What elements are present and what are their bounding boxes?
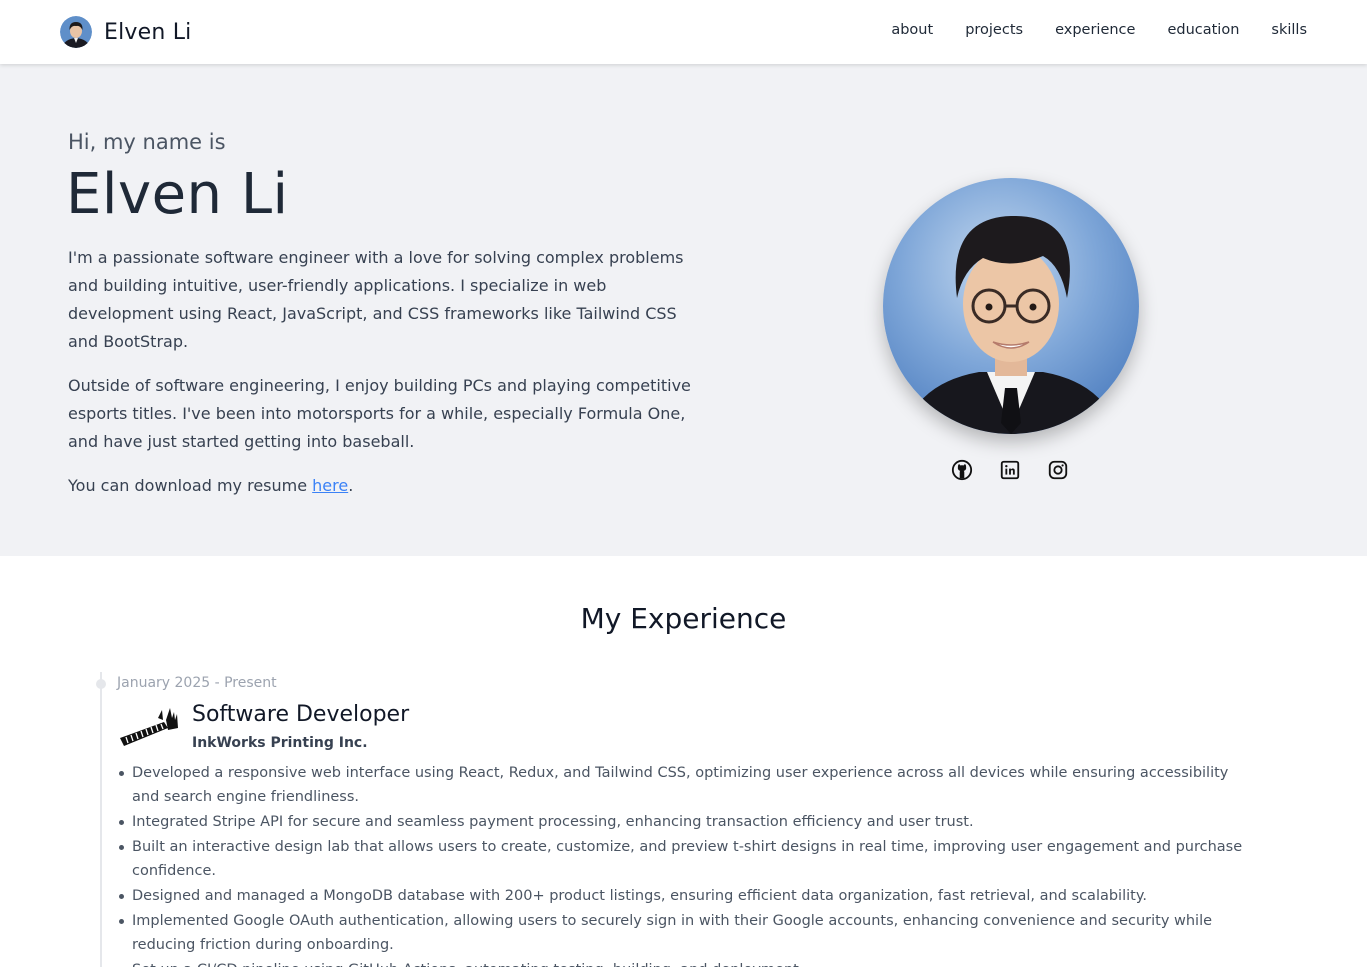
instagram-icon[interactable] <box>1046 458 1070 482</box>
list-item: Developed a responsive web interface usi… <box>119 761 1252 809</box>
experience-title: My Experience <box>580 602 787 635</box>
bio-paragraph-2: Outside of software engineering, I enjoy… <box>68 376 691 451</box>
github-icon[interactable] <box>950 458 974 482</box>
hero-name: Elven Li <box>66 162 289 227</box>
job-bullets: Developed a responsive web interface usi… <box>119 761 1252 967</box>
bio-paragraph-1: I'm a passionate software engineer with … <box>68 248 684 351</box>
list-item: Implemented Google OAuth authentication,… <box>119 909 1252 957</box>
job-date: January 2025 - Present <box>117 675 277 691</box>
about-section: Hi, my name is Elven Li I'm a passionate… <box>0 64 1367 556</box>
linkedin-icon[interactable] <box>998 458 1022 482</box>
top-navbar: Elven Li about projects experience educa… <box>0 0 1367 64</box>
resume-prefix: You can download my resume <box>68 476 313 495</box>
timeline-dot <box>96 679 106 689</box>
profile-photo <box>883 178 1139 434</box>
nav-links: about projects experience education skil… <box>859 22 1307 38</box>
brand-name: Elven Li <box>104 19 192 45</box>
nav-link-projects[interactable]: projects <box>965 22 1023 38</box>
avatar <box>60 16 92 48</box>
resume-link[interactable]: here <box>312 476 348 495</box>
social-links <box>950 458 1094 482</box>
list-item: Designed and managed a MongoDB database … <box>119 884 1252 908</box>
timeline-line <box>100 672 102 967</box>
nav-link-education[interactable]: education <box>1167 22 1239 38</box>
list-item: Built an interactive design lab that all… <box>119 835 1252 883</box>
nav-link-skills[interactable]: skills <box>1271 22 1307 38</box>
job-title: Software Developer <box>192 702 410 727</box>
company-logo <box>120 708 178 746</box>
company-name: InkWorks Printing Inc. <box>192 735 368 751</box>
greeting: Hi, my name is <box>68 130 226 154</box>
resume-suffix: . <box>348 476 354 495</box>
nav-link-experience[interactable]: experience <box>1055 22 1135 38</box>
resume-line: You can download my resume here. <box>68 472 698 500</box>
nav-link-about[interactable]: about <box>891 22 933 38</box>
list-item: Set up a CI/CD pipeline using GitHub Act… <box>132 958 1252 967</box>
brand[interactable]: Elven Li <box>60 16 191 48</box>
list-item: Integrated Stripe API for secure and sea… <box>119 810 1252 834</box>
